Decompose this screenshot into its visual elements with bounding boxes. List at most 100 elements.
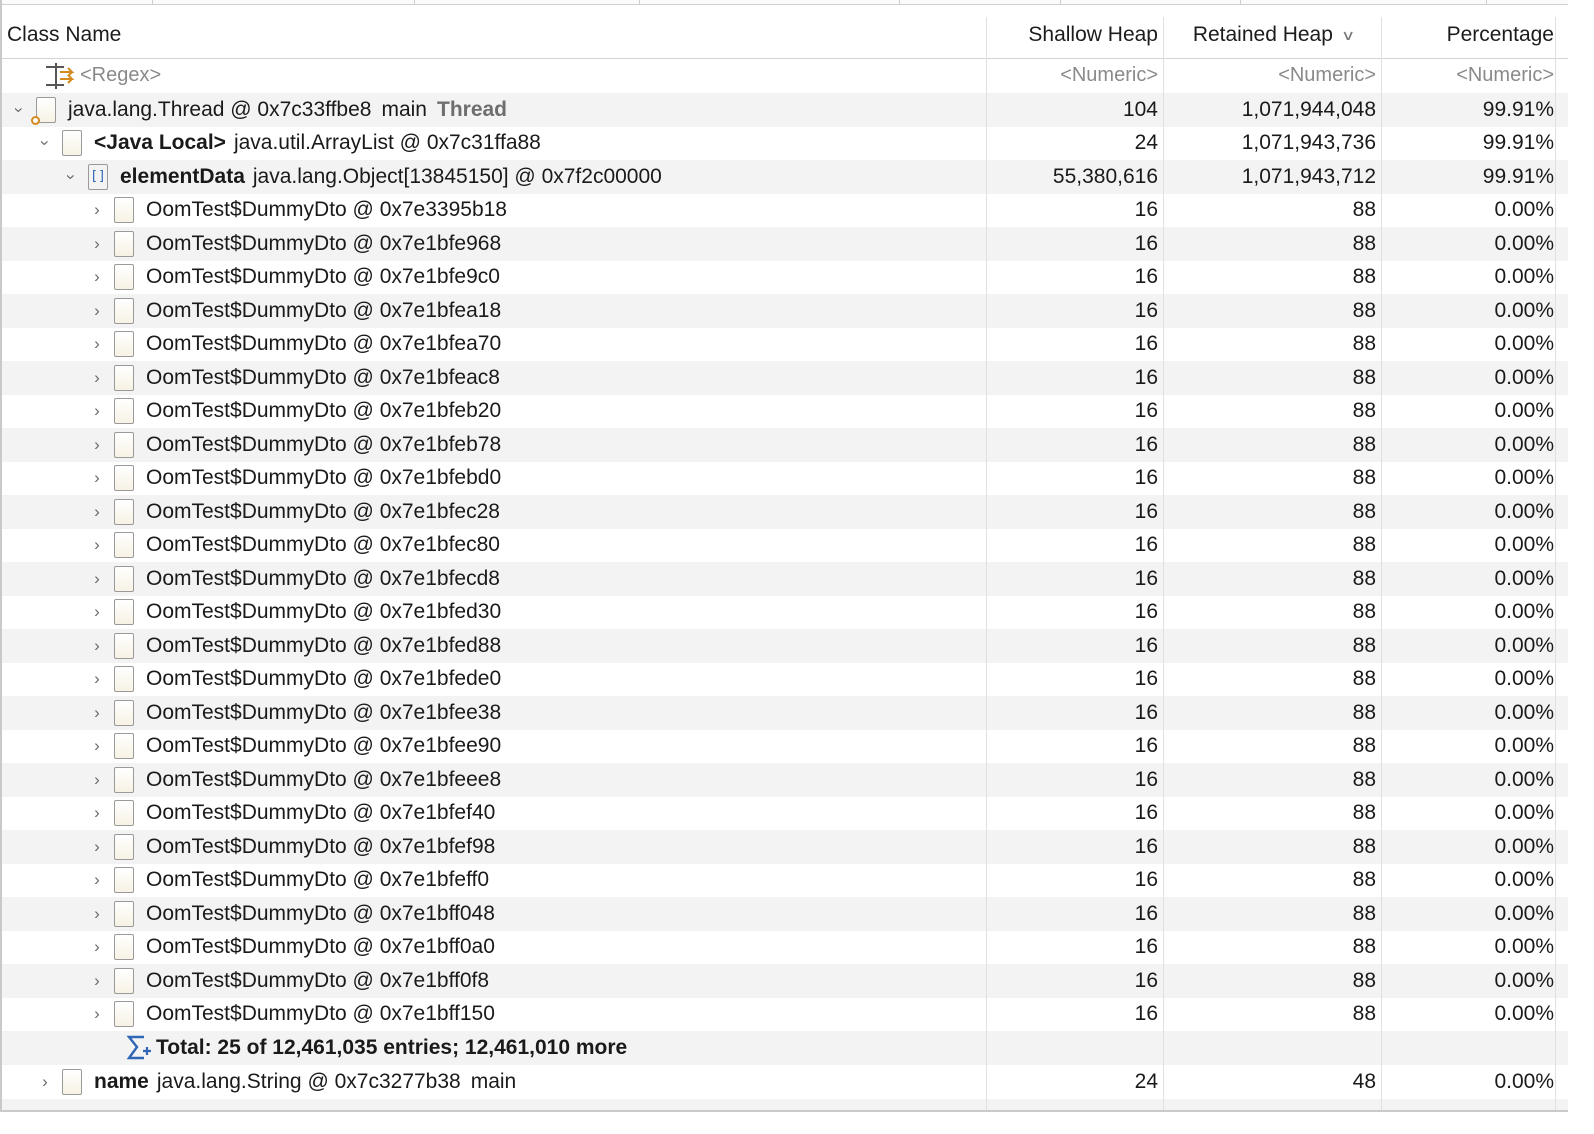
expand-chevron-icon[interactable]: › (86, 334, 108, 354)
table-row[interactable]: › OomTest$DummyDto @ 0x7e1bfee38 16 88 0.00% (2, 696, 1568, 730)
expand-chevron-icon[interactable]: › (86, 904, 108, 924)
shallow-heap-filter-input[interactable]: <Numeric> (986, 59, 1164, 93)
table-row[interactable]: › OomTest$DummyDto @ 0x7e1bfed88 16 88 0.00% (2, 629, 1568, 663)
table-row[interactable]: › OomTest$DummyDto @ 0x7e1bff048 16 88 0.00% (2, 897, 1568, 931)
table-row[interactable]: › OomTest$DummyDto @ 0x7e1bfec80 16 88 0.00% (2, 528, 1568, 562)
expand-chevron-icon[interactable]: › (86, 234, 108, 254)
table-row[interactable]: › OomTest$DummyDto @ 0x7e1bfed30 16 88 0.00% (2, 595, 1568, 629)
object-icon (114, 632, 134, 659)
object-name: OomTest$DummyDto @ 0x7e1bfeb78 (146, 432, 502, 456)
array-icon: [] (88, 163, 108, 190)
table-row[interactable]: › OomTest$DummyDto @ 0x7e1bfecd8 16 88 0.00% (2, 562, 1568, 596)
percentage-cell: 0.00% (1494, 734, 1554, 758)
collapse-chevron-icon[interactable]: › (9, 99, 29, 121)
retained-heap-cell: 88 (1352, 901, 1376, 925)
column-header-class-name[interactable]: Class Name (2, 12, 986, 58)
shallow-heap-cell: 16 (1134, 700, 1158, 724)
table-row[interactable]: › java.lang.Thread @ 0x7c33ffbe8 main Threa… (2, 93, 1568, 127)
class-name-cell: › OomTest$DummyDto @ 0x7e1bfef40 (2, 797, 986, 831)
expand-chevron-icon[interactable]: › (86, 569, 108, 589)
expand-chevron-icon[interactable]: › (86, 736, 108, 756)
table-row[interactable]: › <Java Local> java.util.ArrayList @ 0x7c3… (2, 126, 1568, 160)
table-row[interactable]: › OomTest$DummyDto @ 0x7e1bfec28 16 88 0.00% (2, 495, 1568, 529)
table-row[interactable]: › [] elementData java.lang.Object[13845150]… (2, 160, 1568, 194)
column-divider (986, 17, 987, 1110)
expand-chevron-icon[interactable]: › (86, 435, 108, 455)
retained-heap-filter-input[interactable]: <Numeric> (1164, 59, 1382, 93)
table-row[interactable] (2, 1099, 1568, 1110)
expand-chevron-icon[interactable]: › (86, 636, 108, 656)
table-row[interactable]: › OomTest$DummyDto @ 0x7e1bfeb78 16 88 0.00% (2, 428, 1568, 462)
retained-heap-cell: 88 (1352, 1002, 1376, 1026)
column-header-retained-heap[interactable]: Retained Heap ∨ (1164, 12, 1382, 58)
table-row[interactable]: › OomTest$DummyDto @ 0x7e1bfe9c0 16 88 0.00% (2, 260, 1568, 294)
table-row[interactable]: › OomTest$DummyDto @ 0x7e1bff0a0 16 88 0.00% (2, 930, 1568, 964)
percentage-cell: 0.00% (1494, 834, 1554, 858)
table-row[interactable]: › OomTest$DummyDto @ 0x7e1bfef40 16 88 0.00% (2, 796, 1568, 831)
percentage-cell: 0.00% (1494, 365, 1554, 389)
table-row[interactable]: › OomTest$DummyDto @ 0x7e1bfede0 16 88 0.00% (2, 662, 1568, 696)
expand-chevron-icon[interactable]: › (34, 1072, 56, 1092)
expand-chevron-icon[interactable]: › (86, 468, 108, 488)
class-name-cell: › OomTest$DummyDto @ 0x7e1bff0f8 (2, 964, 986, 998)
sigma-icon (126, 1035, 151, 1059)
expand-chevron-icon[interactable]: › (86, 870, 108, 890)
expand-chevron-icon[interactable]: › (86, 535, 108, 555)
table-row[interactable]: › name java.lang.String @ 0x7c3277b38 main 2… (2, 1065, 1568, 1099)
table-row[interactable]: › OomTest$DummyDto @ 0x7e1bff150 16 88 0.00% (2, 997, 1568, 1031)
table-row[interactable]: › OomTest$DummyDto @ 0x7e1bfeee8 16 88 0.00% (2, 763, 1568, 797)
expand-chevron-icon[interactable]: › (86, 200, 108, 220)
collapse-chevron-icon[interactable]: › (35, 132, 55, 154)
table-row[interactable]: › OomTest$DummyDto @ 0x7e1bfebd0 16 88 0.00% (2, 461, 1568, 495)
expand-chevron-icon[interactable]: › (86, 770, 108, 790)
object-icon (114, 398, 134, 425)
retained-heap-cell: 88 (1352, 834, 1376, 858)
regex-filter-icon (46, 62, 75, 89)
expand-chevron-icon[interactable]: › (86, 602, 108, 622)
table-row[interactable]: › OomTest$DummyDto @ 0x7e1bff0f8 16 88 0.00% (2, 964, 1568, 998)
heap-tree-table[interactable]: Class Name Shallow Heap Retained Heap ∨ … (0, 0, 1568, 1112)
shallow-heap-cell: 55,380,616 (1052, 164, 1158, 188)
shallow-heap-cell: 16 (1134, 734, 1158, 758)
table-row[interactable]: › OomTest$DummyDto @ 0x7e1bfea70 16 88 0.00% (2, 327, 1568, 361)
expand-chevron-icon[interactable]: › (86, 502, 108, 522)
object-name: OomTest$DummyDto @ 0x7e1bfeee8 (146, 767, 502, 791)
column-divider (1381, 17, 1382, 1110)
expand-chevron-icon[interactable]: › (86, 301, 108, 321)
table-row[interactable]: › OomTest$DummyDto @ 0x7e1bfef98 16 88 0.00% (2, 830, 1568, 864)
retained-heap-cell: 88 (1352, 198, 1376, 222)
expand-chevron-icon[interactable]: › (86, 1004, 108, 1024)
percentage-filter-input[interactable]: <Numeric> (1382, 59, 1568, 93)
table-row[interactable]: › OomTest$DummyDto @ 0x7e1bfeac8 16 88 0.00% (2, 361, 1568, 395)
expand-chevron-icon[interactable]: › (86, 703, 108, 723)
object-icon (114, 331, 134, 358)
class-name-cell: › OomTest$DummyDto @ 0x7e1bfef98 (2, 830, 986, 864)
expand-chevron-icon[interactable]: › (86, 937, 108, 957)
expand-chevron-icon[interactable]: › (86, 267, 108, 287)
object-name: OomTest$DummyDto @ 0x7e1bfeac8 (146, 365, 500, 389)
total-cell: Total: 25 of 12,461,035 entries; 12,461,… (2, 1031, 986, 1065)
table-row[interactable]: › OomTest$DummyDto @ 0x7e1bfee90 16 88 0.00% (2, 729, 1568, 763)
expand-chevron-icon[interactable]: › (86, 971, 108, 991)
class-name-cell: › OomTest$DummyDto @ 0x7e1bfeb20 (2, 395, 986, 429)
thread-object-icon (31, 96, 56, 125)
shallow-heap-cell: 16 (1134, 466, 1158, 490)
expand-chevron-icon[interactable]: › (86, 368, 108, 388)
shallow-heap-cell: 16 (1134, 533, 1158, 557)
table-row[interactable]: › OomTest$DummyDto @ 0x7e1bfeb20 16 88 0.00% (2, 394, 1568, 429)
table-row[interactable]: › OomTest$DummyDto @ 0x7e1bfe968 16 88 0.00% (2, 227, 1568, 261)
collapse-chevron-icon[interactable]: › (61, 166, 81, 188)
expand-chevron-icon[interactable]: › (86, 803, 108, 823)
retained-heap-cell: 88 (1352, 600, 1376, 624)
expand-chevron-icon[interactable]: › (86, 669, 108, 689)
column-header-percentage[interactable]: Percentage (1382, 12, 1568, 58)
table-row[interactable]: › OomTest$DummyDto @ 0x7e1bfeff0 16 88 0.00% (2, 863, 1568, 897)
column-header-shallow-heap[interactable]: Shallow Heap (986, 12, 1164, 58)
expand-chevron-icon[interactable]: › (86, 837, 108, 857)
class-name-cell: › OomTest$DummyDto @ 0x7e1bfeb78 (2, 428, 986, 462)
table-row[interactable]: › OomTest$DummyDto @ 0x7e3395b18 16 88 0.00% (2, 193, 1568, 227)
table-row[interactable]: › OomTest$DummyDto @ 0x7e1bfea18 16 88 0.00% (2, 294, 1568, 328)
expand-chevron-icon[interactable]: › (86, 401, 108, 421)
class-name-filter-input[interactable]: <Regex> (80, 64, 161, 87)
object-icon (114, 800, 134, 827)
